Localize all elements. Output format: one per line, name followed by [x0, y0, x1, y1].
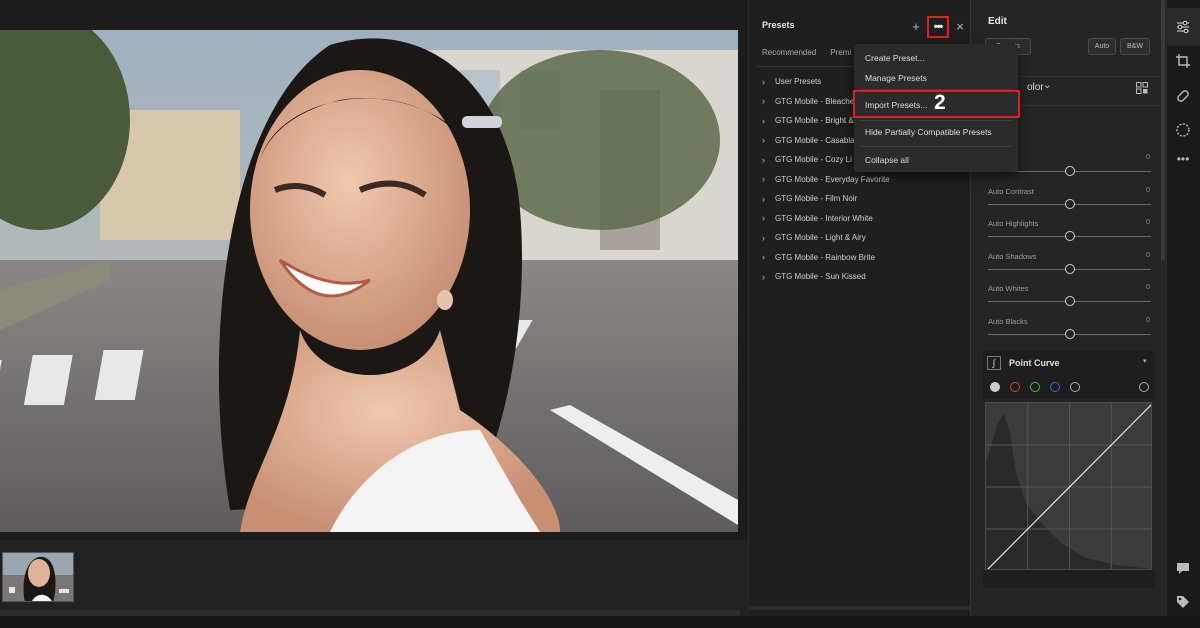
chevron-right-icon: ›	[762, 96, 765, 107]
chevron-right-icon: ›	[762, 271, 765, 282]
bw-button[interactable]: B&W	[1120, 38, 1150, 55]
chevron-right-icon: ›	[762, 252, 765, 263]
chevron-right-icon: ›	[762, 213, 765, 224]
preset-group-label: GTG Mobile - Casabla	[775, 135, 855, 145]
tone-curve-graph[interactable]	[985, 402, 1152, 570]
chevron-right-icon: ›	[762, 232, 765, 243]
preset-group-label: GTG Mobile - Film Noir	[775, 194, 858, 204]
chevron-right-icon: ›	[762, 115, 765, 126]
preset-group-item[interactable]: › GTG Mobile - Sun Kissed	[762, 267, 962, 287]
more-tools-icon[interactable]: •••	[1175, 151, 1191, 167]
menu-item-create-preset[interactable]: Create Preset...	[854, 53, 1018, 63]
chevron-down-icon: ⌄	[1043, 80, 1052, 91]
chevron-right-icon: ›	[762, 135, 765, 146]
edit-panel-scrollbar[interactable]	[1161, 0, 1165, 260]
slider-handle[interactable]	[1064, 263, 1075, 274]
point-curve-title: Point Curve	[1009, 358, 1060, 368]
edit-sliders-icon[interactable]	[1175, 19, 1191, 35]
channel-blue-button[interactable]	[1050, 382, 1060, 392]
chevron-down-icon[interactable]: ▾	[1143, 357, 1147, 365]
preset-group-label: GTG Mobile - Sun Kissed	[775, 272, 866, 282]
preset-group-label: GTG Mobile - Everyday Favorite	[775, 174, 890, 184]
slider-handle[interactable]	[1064, 198, 1075, 209]
photo-canvas[interactable]	[0, 0, 748, 540]
target-adjust-icon[interactable]	[1139, 382, 1149, 392]
preset-group-item[interactable]: › GTG Mobile - Rainbow Brite	[762, 248, 962, 268]
chevron-right-icon: ›	[762, 154, 765, 165]
presets-scrollbar[interactable]	[749, 606, 971, 610]
slider-value: 0	[1146, 316, 1150, 324]
presets-title: Presets	[762, 20, 795, 30]
edit-title: Edit	[988, 16, 1007, 27]
channel-red-button[interactable]	[1010, 382, 1020, 392]
preset-group-label: User Presets	[775, 77, 822, 87]
menu-divider	[860, 120, 1012, 121]
preset-group-label: GTG Mobile - Rainbow Brite	[775, 252, 876, 262]
annotation-step-two: 2	[934, 91, 946, 114]
parametric-curve-icon[interactable]	[1070, 382, 1080, 392]
profile-label: olor	[1027, 82, 1044, 93]
main-photo	[0, 30, 738, 532]
preset-group-item[interactable]: › GTG Mobile - Film Noir	[762, 189, 962, 209]
channel-green-button[interactable]	[1030, 382, 1040, 392]
slider-handle[interactable]	[1064, 328, 1075, 339]
auto-button[interactable]: Auto	[1088, 38, 1116, 55]
preset-group-item[interactable]: › GTG Mobile - Light & Airy	[762, 228, 962, 248]
preset-group-item[interactable]: › GTG Mobile - Everyday Favorite	[762, 170, 962, 190]
tab-premium[interactable]: Premi	[830, 48, 851, 57]
slider-handle[interactable]	[1064, 166, 1075, 176]
tag-icon[interactable]	[1175, 594, 1191, 610]
menu-item-collapse-all[interactable]: Collapse all	[854, 155, 1018, 165]
chevron-right-icon: ›	[762, 76, 765, 87]
slider-value: 0	[1146, 154, 1150, 161]
presets-actions: + ••• ×	[909, 16, 967, 38]
curve-icon: ∫	[987, 356, 1001, 370]
curve-footer	[983, 570, 1155, 588]
slider-handle[interactable]	[1064, 231, 1075, 241]
preset-group-label: GTG Mobile - Interior White	[775, 213, 873, 223]
slider-label: Auto Whites	[988, 284, 1029, 293]
slider-value: 0	[1146, 251, 1150, 259]
add-preset-button[interactable]: +	[909, 18, 923, 36]
comments-icon[interactable]	[1175, 560, 1191, 576]
curve-channel-controls	[983, 375, 1155, 399]
healing-icon[interactable]	[1175, 88, 1191, 104]
presets-tabs: Recommended Premi	[762, 48, 851, 57]
menu-divider	[860, 146, 1012, 147]
preset-group-label: GTG Mobile - Cozy Li	[775, 155, 852, 165]
preset-group-label: GTG Mobile - Light & Airy	[775, 233, 866, 243]
slider-value: 0	[1146, 186, 1150, 194]
slider-label: Auto Shadows	[988, 251, 1037, 261]
preset-group-label: GTG Mobile - Bright &	[775, 116, 854, 126]
crop-icon[interactable]	[1175, 53, 1191, 69]
preset-group-item[interactable]: › GTG Mobile - Interior White	[762, 209, 962, 229]
preset-group-label: GTG Mobile - Bleache	[775, 96, 855, 106]
chevron-right-icon: ›	[762, 174, 765, 185]
slider-label: Auto Highlights	[988, 219, 1039, 228]
slider-handle[interactable]	[1064, 296, 1075, 306]
slider-label: Auto Contrast	[988, 186, 1034, 196]
bottom-bar	[0, 616, 1200, 628]
channel-rgb-button[interactable]	[990, 382, 1000, 392]
masking-icon[interactable]	[1175, 122, 1191, 138]
photo-thumbnail[interactable]	[2, 552, 74, 602]
filmstrip	[0, 540, 748, 628]
slider-value: 0	[1146, 219, 1150, 226]
close-presets-button[interactable]: ×	[953, 18, 967, 36]
profile-browser-icon[interactable]	[1136, 81, 1148, 94]
tab-recommended[interactable]: Recommended	[762, 48, 816, 57]
more-options-button[interactable]: •••	[927, 16, 949, 38]
slider-label: Auto Blacks	[988, 316, 1028, 326]
chevron-right-icon: ›	[762, 193, 765, 204]
menu-item-hide-partially-compatible[interactable]: Hide Partially Compatible Presets	[854, 127, 1018, 137]
menu-item-manage-presets[interactable]: Manage Presets	[854, 73, 1018, 83]
slider-value: 0	[1146, 284, 1150, 291]
